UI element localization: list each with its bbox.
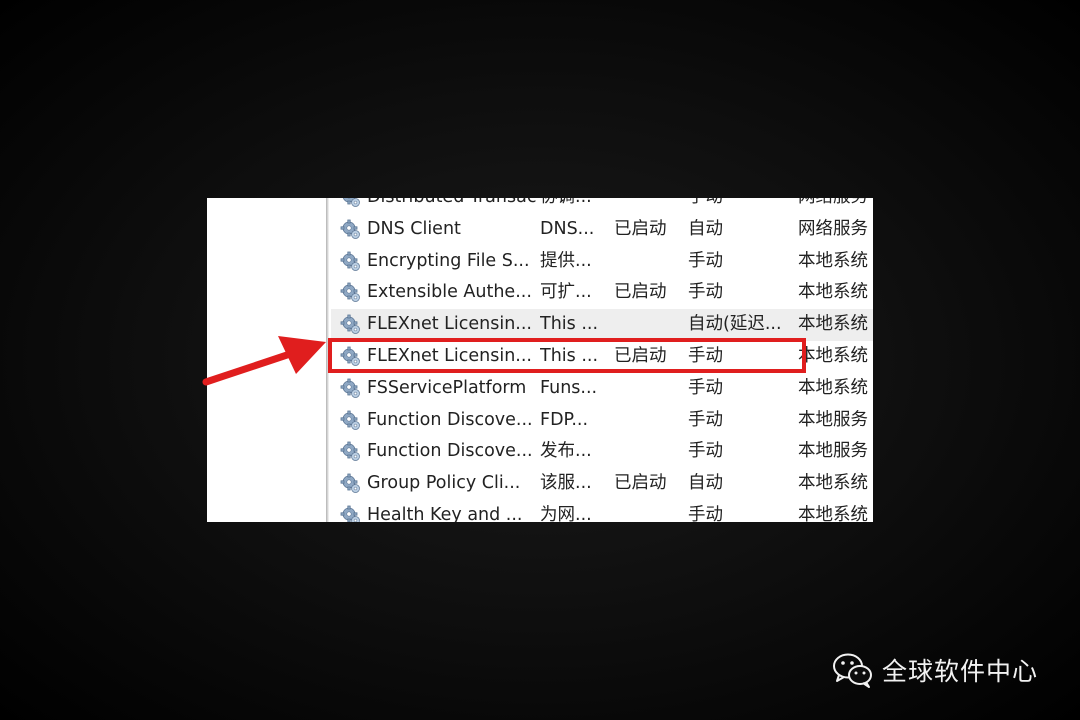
service-row[interactable]: Health Key and ... 为网... 手动 本地系统: [331, 500, 873, 522]
service-logon-as: 本地服务: [798, 409, 868, 430]
service-description: DNS...: [540, 218, 595, 239]
watermark-text: 全球软件中心: [882, 657, 1039, 686]
service-startup-type: 手动: [688, 198, 796, 214]
gear-icon: [340, 309, 366, 341]
service-row[interactable]: FSServicePlatform Funs... 手动 本地系统: [331, 373, 873, 405]
service-name: DNS Client: [367, 218, 461, 239]
gear-icon: [340, 500, 366, 522]
service-name: Encrypting File S...: [367, 250, 530, 271]
service-status: 已启动: [614, 473, 667, 494]
service-row[interactable]: Encrypting File S... 提供... 手动 本地系统: [331, 246, 873, 278]
service-description: 可扩...: [540, 282, 592, 303]
service-name: Extensible Authe...: [367, 282, 532, 303]
red-arrow-icon: [202, 336, 326, 386]
gear-icon: [340, 405, 366, 437]
service-startup-type: 自动(延迟...: [688, 314, 782, 335]
service-logon-as: 本地系统: [798, 345, 868, 366]
service-startup-type: 手动: [688, 504, 723, 522]
service-startup-type: 手动: [688, 377, 723, 398]
gear-icon: [340, 436, 366, 468]
service-logon-as: 本地服务: [798, 441, 868, 462]
highlight-box: [328, 338, 806, 373]
service-name: Group Policy Cli...: [367, 473, 521, 494]
service-startup-type: 自动: [688, 218, 723, 239]
service-name: FSServicePlatform: [367, 377, 527, 398]
wechat-icon: [833, 653, 872, 688]
service-row[interactable]: DNS Client DNS... 已启动 自动 网络服务: [331, 214, 873, 246]
service-row[interactable]: Extensible Authe... 可扩... 已启动 手动 本地系统: [331, 277, 873, 309]
gear-icon: [340, 214, 366, 246]
service-description: 协调...: [540, 198, 612, 214]
gear-icon: [340, 246, 366, 278]
service-logon-as: 本地系统: [798, 314, 868, 335]
service-name: FLEXnet Licensin...: [367, 314, 532, 335]
service-logon-as: 本地系统: [798, 504, 868, 522]
service-logon-as: 网络服务: [798, 198, 873, 214]
service-name: Function Discove...: [367, 409, 533, 430]
service-status: 已启动: [614, 282, 667, 303]
service-description: 提供...: [540, 250, 592, 271]
gear-icon: [340, 373, 366, 405]
service-row-hovered[interactable]: FLEXnet Licensin... This ... 自动(延迟... 本地…: [331, 309, 873, 341]
service-startup-type: 手动: [688, 409, 723, 430]
service-row[interactable]: Group Policy Cli... 该服... 已启动 自动 本地系统: [331, 468, 873, 500]
service-startup-type: 手动: [688, 250, 723, 271]
service-row[interactable]: Function Discove... 发布... 手动 本地服务: [331, 436, 873, 468]
service-startup-type: 手动: [688, 441, 723, 462]
service-description: FDP...: [540, 409, 589, 430]
service-name: Function Discove...: [367, 441, 533, 462]
gear-icon: [340, 198, 366, 214]
service-startup-type: 手动: [688, 282, 723, 303]
service-description: 发布...: [540, 441, 592, 462]
service-logon-as: 网络服务: [798, 218, 868, 239]
service-description: This ...: [540, 314, 599, 335]
service-name: Distributed Transaction...: [367, 198, 537, 214]
service-description: 为网...: [540, 504, 592, 522]
watermark: 全球软件中心: [832, 648, 1038, 692]
gear-icon: [340, 468, 366, 500]
service-row[interactable]: Distributed Transaction... 协调... 手动 网络服务: [331, 198, 873, 214]
service-startup-type: 自动: [688, 473, 723, 494]
service-logon-as: 本地系统: [798, 377, 868, 398]
service-status: 已启动: [614, 218, 667, 239]
service-description: 该服...: [540, 473, 592, 494]
service-name: Health Key and ...: [367, 504, 523, 522]
gear-icon: [340, 277, 366, 309]
service-logon-as: 本地系统: [798, 282, 868, 303]
service-row[interactable]: Function Discove... FDP... 手动 本地服务: [331, 405, 873, 437]
service-logon-as: 本地系统: [798, 250, 868, 271]
service-logon-as: 本地系统: [798, 473, 868, 494]
service-description: Funs...: [540, 377, 598, 398]
